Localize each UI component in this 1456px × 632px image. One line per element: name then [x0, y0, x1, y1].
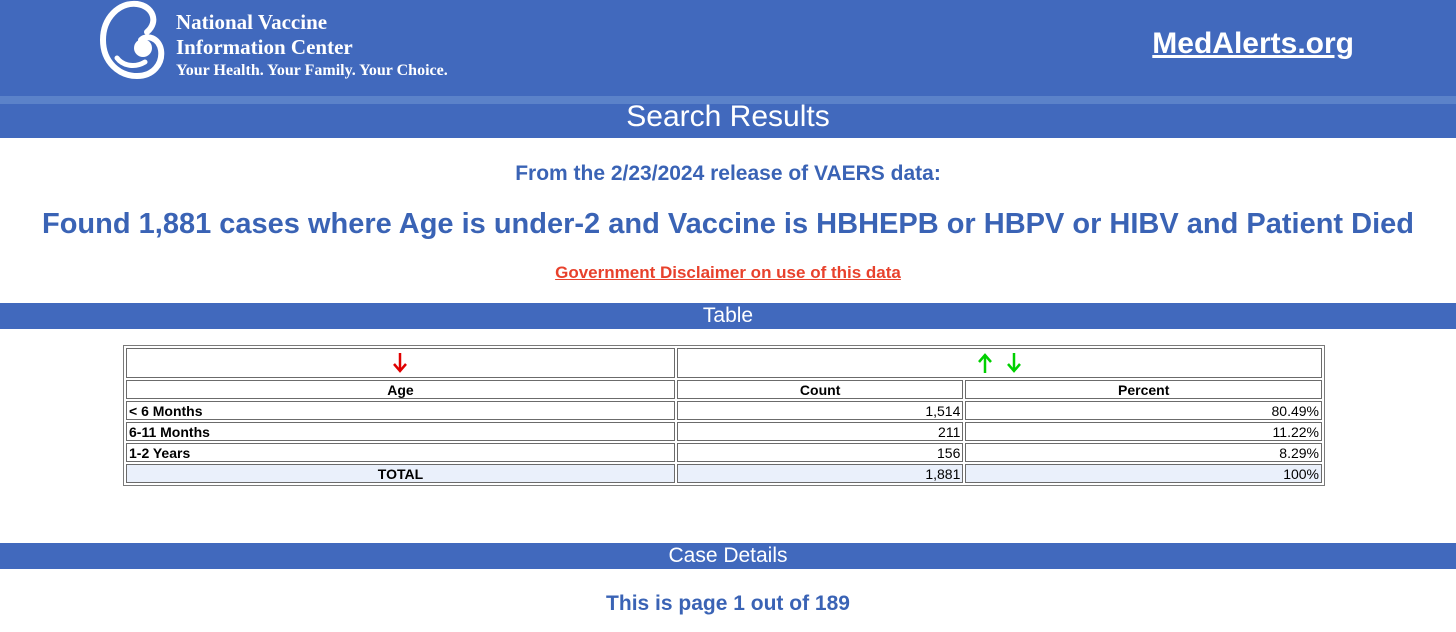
- page-indicator: This is page 1 out of 189: [606, 592, 850, 615]
- release-info: From the 2/23/2024 release of VAERS data…: [515, 162, 941, 185]
- count-cell: 1,514: [676, 401, 964, 420]
- disclaimer-link[interactable]: Government Disclaimer on use of this dat…: [555, 263, 901, 282]
- percent-column-header: Percent: [965, 380, 1322, 399]
- total-percent: 100%: [965, 464, 1322, 483]
- nvic-logo-icon[interactable]: [97, 0, 165, 80]
- green-up-arrow-icon[interactable]: [977, 352, 992, 374]
- red-down-arrow-icon[interactable]: [393, 352, 408, 374]
- green-down-arrow-icon[interactable]: [1007, 352, 1022, 374]
- org-name-line1: National Vaccine: [176, 10, 328, 34]
- percent-cell: 8.29%: [965, 443, 1322, 462]
- count-column-header: Count: [676, 380, 964, 399]
- age-cell: 1-2 Years: [126, 443, 675, 462]
- age-column-header: Age: [126, 380, 675, 399]
- table-row: 1-2 Years 156 8.29%: [126, 443, 1322, 462]
- count-cell: 156: [676, 443, 964, 462]
- site-header: National Vaccine Information Center Your…: [0, 0, 1456, 96]
- search-results-title: Search Results: [0, 102, 1456, 138]
- org-tagline: Your Health. Your Family. Your Choice.: [176, 62, 448, 79]
- total-row: TOTAL 1,881 100%: [126, 464, 1322, 483]
- case-details-title: Case Details: [0, 543, 1456, 569]
- org-name-line2: Information Center: [176, 35, 353, 59]
- found-summary: Found 1,881 cases where Age is under-2 a…: [42, 208, 1414, 240]
- percent-cell: 80.49%: [965, 401, 1322, 420]
- count-cell: 211: [676, 422, 964, 441]
- sort-row: [126, 348, 1322, 378]
- org-name-block[interactable]: National Vaccine Information Center Your…: [176, 10, 448, 82]
- table-row: < 6 Months 1,514 80.49%: [126, 401, 1322, 420]
- table-section-title: Table: [0, 303, 1456, 329]
- percent-cell: 11.22%: [965, 422, 1322, 441]
- total-count: 1,881: [676, 464, 964, 483]
- age-cell: < 6 Months: [126, 401, 675, 420]
- age-sort-cell: [126, 348, 675, 378]
- header-row: Age Count Percent: [126, 380, 1322, 399]
- results-table: Age Count Percent < 6 Months 1,514 80.49…: [123, 345, 1325, 486]
- age-cell: 6-11 Months: [126, 422, 675, 441]
- disclaimer-container: Government Disclaimer on use of this dat…: [0, 263, 1456, 283]
- medalerts-link[interactable]: MedAlerts.org: [1152, 27, 1354, 61]
- count-sort-cell: [676, 348, 1322, 378]
- total-label: TOTAL: [126, 464, 675, 483]
- results-table-wrapper: Age Count Percent < 6 Months 1,514 80.49…: [123, 345, 1325, 486]
- table-row: 6-11 Months 211 11.22%: [126, 422, 1322, 441]
